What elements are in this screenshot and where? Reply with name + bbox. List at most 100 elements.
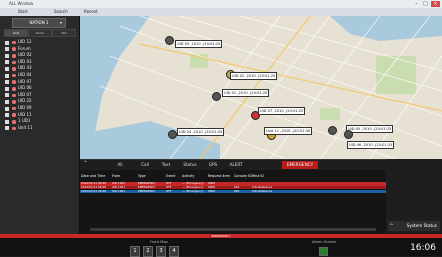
front-map-label: Front Map <box>150 240 168 244</box>
unit-label: UID 22 <box>18 98 32 104</box>
close-icon[interactable]: × <box>431 1 440 7</box>
filter-tab-all[interactable]: All <box>113 161 127 169</box>
menu-item-recent[interactable]: Recent <box>84 8 98 16</box>
unit-list-item[interactable]: UID 06 <box>5 85 75 92</box>
unit-label: UID 04 <box>18 72 32 77</box>
map-unit-label[interactable]: UID 06 ,2010 ,(20:01:25 <box>347 141 395 149</box>
column-header[interactable]: From <box>112 174 120 178</box>
map-unit-marker[interactable] <box>328 126 337 135</box>
system-status-button[interactable]: System Status <box>388 221 440 231</box>
bottom-bar: Front Map 1234 Alarm Screen 16:06 <box>0 238 442 257</box>
menu-item-start[interactable]: Start <box>18 8 28 16</box>
alert-table-row[interactable]: 2010/01/11 08:48 UID 1001 EMERGENCY OFF — (E… <box>80 188 386 194</box>
unit-checkbox[interactable] <box>5 113 9 118</box>
unit-checkbox[interactable] <box>5 40 9 45</box>
unit-list-item[interactable]: UID 09 <box>5 105 75 112</box>
map-unit-marker[interactable] <box>344 130 353 139</box>
filter-tab-call[interactable]: Call <box>138 161 152 169</box>
unit-list-item[interactable]: UID 12 <box>5 39 75 46</box>
unit-list-panel: NATION 1 ▾ Unit Radio Talk UID 12 Forum UI… <box>0 16 80 234</box>
filter-tab-emergency[interactable]: EMERGENCY <box>282 161 318 169</box>
unit-checkbox[interactable] <box>5 93 9 98</box>
column-header[interactable]: Activity <box>182 174 194 178</box>
front-map-key[interactable]: 2 <box>143 246 153 257</box>
tab-talk[interactable]: Talk <box>52 29 76 37</box>
column-header[interactable]: Console ID <box>234 174 252 178</box>
unit-list-item[interactable]: Forum <box>5 46 75 53</box>
chevron-up-icon[interactable]: ⌃ <box>389 223 394 230</box>
column-header[interactable]: Request Item <box>208 174 230 178</box>
maximize-icon[interactable]: □ <box>421 1 430 7</box>
unit-label: UID 09 <box>18 105 32 110</box>
unit-list-item[interactable]: UID 43 <box>5 65 75 72</box>
unit-list-item[interactable]: UID 02 <box>5 52 75 59</box>
front-map-key[interactable]: 3 <box>156 246 166 257</box>
system-status-label: System Status <box>406 223 437 228</box>
map-unit-marker[interactable] <box>168 130 177 139</box>
filter-tab-status[interactable]: Status <box>181 161 199 169</box>
filter-tab-gps[interactable]: GPS <box>206 161 220 169</box>
unit-checkbox[interactable] <box>5 119 9 124</box>
unit-list-item[interactable]: UID 22 <box>5 98 75 105</box>
alarm-screen-label: Alarm Screen <box>312 240 337 244</box>
map-unit-label[interactable]: UID 09 ,2010 ,(20:01:25 <box>175 40 223 48</box>
nation-selector[interactable]: NATION 1 ▾ <box>12 18 66 28</box>
unit-list-item[interactable]: UID 11 <box>5 112 75 119</box>
unit-checkbox[interactable] <box>5 60 9 65</box>
column-header[interactable]: Type <box>138 174 146 178</box>
map-unit-label[interactable]: UID 04 ,2010 ,(20:01:25 <box>177 128 225 136</box>
alert-cell: Info Reference <box>252 188 273 193</box>
tab-radio[interactable]: Radio <box>28 29 52 37</box>
map-unit-label[interactable]: UID 01 ,2010 ,(20:01:25 <box>222 89 270 97</box>
map-unit-marker[interactable] <box>165 36 174 45</box>
map-unit-label[interactable]: UID 07 ,2010 ,(20:01:25 <box>258 107 306 115</box>
unit-checkbox[interactable] <box>5 80 9 85</box>
unit-list-item[interactable]: Unit 11 <box>5 125 75 132</box>
unit-checkbox[interactable] <box>5 99 9 104</box>
unit-list-item[interactable]: UID 04 <box>5 72 75 79</box>
alert-cell: OFF <box>166 188 172 193</box>
table-scrollbar[interactable] <box>90 228 376 231</box>
unit-list-item[interactable]: 1 UD1 <box>5 118 75 125</box>
filter-tab-text[interactable]: Text <box>159 161 173 169</box>
unit-checkbox[interactable] <box>5 73 9 78</box>
front-map-key[interactable]: 1 <box>130 246 140 257</box>
unit-checkbox[interactable] <box>5 53 9 58</box>
front-map-key[interactable]: 4 <box>169 246 179 257</box>
column-header[interactable]: Event <box>166 174 175 178</box>
unit-list-item[interactable]: UID 07 <box>5 92 75 99</box>
alarm-indicator-icon[interactable] <box>319 247 328 256</box>
menu-bar: Start Search Recent <box>0 8 442 16</box>
alert-panel: ⌃ All Call Text Status GPS ALERT EMERGENCY Dat… <box>80 159 386 234</box>
unit-status-icon <box>12 113 16 117</box>
menu-item-search[interactable]: Search <box>54 8 68 16</box>
filter-tab-alert[interactable]: ALERT <box>226 161 246 169</box>
unit-checkbox[interactable] <box>5 47 9 52</box>
minimize-icon[interactable]: – <box>412 1 421 7</box>
map-view[interactable]: UID 09 ,2010 ,(20:01:25 UID 02 ,2010 ,(20… <box>80 16 442 159</box>
clock: 16:06 <box>410 243 436 253</box>
unit-list-item[interactable]: UID 03 <box>5 59 75 66</box>
unit-label: UID 07 <box>18 78 32 84</box>
unit-status-icon <box>12 40 16 45</box>
map-unit-label[interactable]: Unit 11 ,2010 ,(20:01:30 <box>264 127 313 135</box>
unit-list-item[interactable]: UID 07 <box>5 79 75 86</box>
unit-checkbox[interactable] <box>5 66 9 71</box>
column-header[interactable]: Date and Time <box>81 174 105 178</box>
tab-unit[interactable]: Unit <box>4 29 28 37</box>
map-unit-marker[interactable] <box>212 92 221 101</box>
map-unit-label[interactable]: UID 02 ,2010 ,(20:01:25 <box>230 72 278 80</box>
unit-status-icon <box>12 80 16 84</box>
unit-checkbox[interactable] <box>5 126 9 131</box>
unit-status-icon <box>12 119 16 124</box>
column-header[interactable]: Rest ID <box>252 174 264 178</box>
unit-label: UID 12 <box>18 39 32 44</box>
unit-checkbox[interactable] <box>5 86 9 91</box>
unit-checkbox[interactable] <box>5 106 9 111</box>
map-unit-label[interactable]: UID 05 ,2010 ,(20:01:25 <box>346 125 394 133</box>
unit-status-icon <box>12 106 16 111</box>
window-titlebar: ALL Window – □ × <box>0 0 442 8</box>
alert-cell: UID 1001 <box>112 188 126 193</box>
unit-label: UID 03 <box>18 58 32 64</box>
chevron-up-icon[interactable]: ⌃ <box>83 160 88 167</box>
